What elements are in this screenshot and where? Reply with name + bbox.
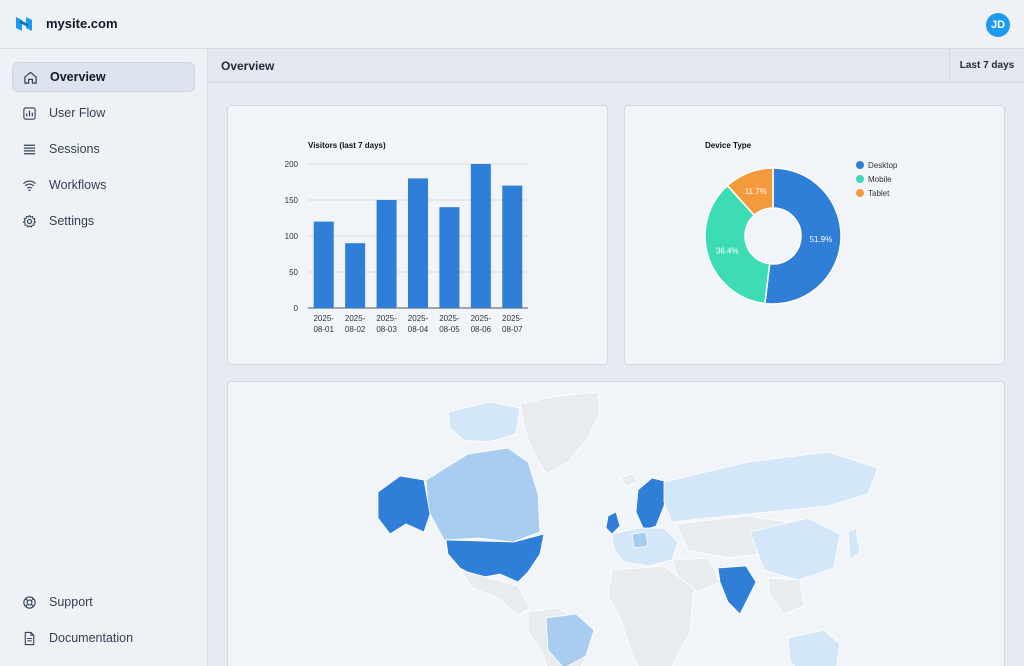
- legend-swatch: [856, 175, 864, 183]
- document-icon: [21, 630, 37, 646]
- world-map-card: [227, 381, 1005, 666]
- chart-icon: [21, 105, 37, 121]
- sidebar-item-label: Sessions: [49, 142, 100, 156]
- sidebar-item-label: Documentation: [49, 631, 134, 645]
- sidebar-item-sessions[interactable]: Sessions: [12, 134, 195, 164]
- bar[interactable]: [470, 164, 491, 308]
- sidebar-item-label: User Flow: [49, 106, 106, 120]
- bar[interactable]: [439, 207, 460, 308]
- visitors-bar-chart: Visitors (last 7 days) 0 50 100 150 200 2025…: [285, 141, 528, 334]
- slice-label: 36.4%: [716, 247, 739, 256]
- sidebar-item-overview[interactable]: Overview: [12, 62, 195, 92]
- visitors-chart-card: Visitors (last 7 days) 0 50 100 150 200 2025…: [227, 105, 608, 365]
- y-tick-label: 200: [285, 160, 299, 169]
- legend-entry[interactable]: Desktop: [868, 161, 898, 170]
- x-tick-label: 2025-08-01: [313, 314, 334, 334]
- x-tick-label: 2025-08-06: [471, 314, 492, 334]
- x-tick-label: 2025-08-07: [502, 314, 523, 334]
- y-tick-label: 0: [294, 304, 299, 313]
- sidebar-item-support[interactable]: Support: [12, 587, 195, 617]
- map-region-uk: [605, 511, 621, 535]
- legend-swatch: [856, 161, 864, 169]
- sidebar-item-label: Settings: [49, 214, 95, 228]
- x-tick-label: 2025-08-03: [376, 314, 397, 334]
- world-map: [377, 391, 879, 666]
- x-tick-label: 2025-08-02: [345, 314, 366, 334]
- chart-title: Device Type: [705, 141, 752, 150]
- sidebar-item-user-flow[interactable]: User Flow: [12, 98, 195, 128]
- legend-swatch: [856, 189, 864, 197]
- map-region-russia: [663, 451, 879, 523]
- map-region-japan: [847, 527, 861, 561]
- date-range-button[interactable]: Last 7 days: [949, 49, 1024, 82]
- bar[interactable]: [376, 200, 397, 308]
- home-icon: [22, 69, 38, 85]
- map-region-india: [717, 565, 757, 615]
- map-region-southeast-asia: [767, 577, 805, 615]
- y-tick-label: 100: [285, 232, 299, 241]
- x-tick-label: 2025-08-05: [439, 314, 460, 334]
- lifebuoy-icon: [21, 594, 37, 610]
- map-region-canada-islands: [447, 401, 521, 443]
- y-tick-label: 150: [285, 196, 299, 205]
- bar[interactable]: [408, 178, 428, 308]
- slice-label: 11.7%: [745, 187, 767, 196]
- map-region-greenland: [519, 391, 601, 475]
- map-region-canada: [425, 447, 541, 543]
- bar[interactable]: [502, 185, 523, 308]
- legend-entry[interactable]: Mobile: [868, 175, 892, 184]
- map-region-usa: [445, 533, 545, 583]
- map-region-australia: [787, 629, 841, 666]
- slice-label: 51.9%: [810, 235, 833, 244]
- legend-entry[interactable]: Tablet: [868, 189, 890, 198]
- chart-title: Visitors (last 7 days): [308, 141, 386, 150]
- gear-icon: [21, 213, 37, 229]
- bar[interactable]: [313, 221, 334, 308]
- bar[interactable]: [345, 243, 366, 308]
- page-title: Overview: [221, 59, 275, 73]
- avatar[interactable]: JD: [986, 13, 1010, 37]
- map-region-africa: [607, 565, 695, 666]
- sidebar-item-label: Workflows: [49, 178, 107, 192]
- sidebar-item-label: Overview: [50, 70, 106, 84]
- sidebar-item-documentation[interactable]: Documentation: [12, 623, 195, 653]
- main-content: Visitors (last 7 days) 0 50 100 150 200 2025…: [208, 83, 1024, 666]
- map-region-iceland: [619, 473, 639, 487]
- sidebar-item-workflows[interactable]: Workflows: [12, 170, 195, 200]
- site-name[interactable]: mysite.com: [46, 16, 118, 31]
- map-region-scandinavia: [635, 477, 669, 531]
- map-region-germany: [631, 531, 649, 549]
- main-header: Overview Last 7 days: [208, 49, 1024, 83]
- wifi-icon: [21, 177, 37, 193]
- site-logo-icon[interactable]: [14, 14, 34, 34]
- device-type-chart-card: Device Type 51.9% 36.4% 11.7% Desktop Mobil…: [624, 105, 1005, 365]
- sidebar-item-label: Support: [49, 595, 93, 609]
- list-icon: [21, 141, 37, 157]
- top-bar: mysite.com JD: [0, 0, 1024, 49]
- device-type-donut-chart: Device Type 51.9% 36.4% 11.7% Desktop Mobil…: [704, 141, 898, 305]
- sidebar-item-settings[interactable]: Settings: [12, 206, 195, 236]
- y-tick-label: 50: [289, 268, 298, 277]
- x-tick-label: 2025-08-04: [408, 314, 429, 334]
- map-region-alaska: [377, 475, 431, 535]
- sidebar: Overview User Flow Sessions Workflows Se…: [0, 49, 208, 666]
